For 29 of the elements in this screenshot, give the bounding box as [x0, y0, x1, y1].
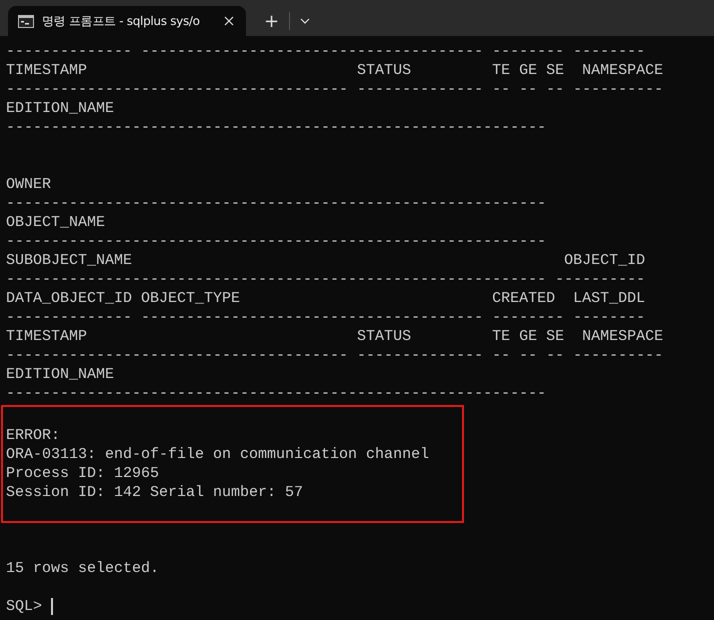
terminal-line: DATA_OBJECT_ID OBJECT_TYPE CREATED LAST_DDL	[6, 290, 646, 307]
terminal-line: Session ID: 142 Serial number: 57	[6, 484, 304, 501]
close-icon[interactable]	[222, 14, 236, 28]
terminal-line: ERROR:	[6, 427, 60, 444]
terminal-line: OBJECT_NAME	[6, 214, 106, 231]
terminal-line: ------------------------------------------------------------	[6, 119, 546, 136]
terminal-line: OWNER	[6, 176, 52, 193]
terminal-line: ORA-03113: end-of-file on communication channel	[6, 446, 430, 463]
terminal-line: -------------------------------------- -------------- -- -- -- ----------	[6, 81, 664, 98]
command-prompt: SQL>	[6, 597, 42, 616]
terminal-line: ------------------------------------------------------------	[6, 385, 546, 402]
tab-title: 명령 프롬프트 - sqlplus sys/o	[42, 12, 201, 30]
terminal-line: Process ID: 12965	[6, 465, 160, 482]
new-tab-button[interactable]: +	[260, 6, 284, 36]
terminal-line: ------------------------------------------------------------	[6, 233, 546, 250]
terminal-line: SUBOBJECT_NAME OBJECT_ID	[6, 252, 646, 269]
terminal-line: TIMESTAMP STATUS TE GE SE NAMESPACE	[6, 328, 664, 345]
terminal-line: TIMESTAMP STATUS TE GE SE NAMESPACE	[6, 62, 664, 79]
text-cursor	[51, 598, 54, 615]
terminal-icon	[18, 14, 34, 28]
terminal-line: 15 rows selected.	[6, 560, 160, 577]
terminal-line: ------------------------------------------------------------	[6, 195, 546, 212]
terminal-line: -------------- -------------------------------------- -------- --------	[6, 43, 646, 60]
terminal-line: EDITION_NAME	[6, 366, 114, 383]
terminal-tab[interactable]: 명령 프롬프트 - sqlplus sys/o	[8, 6, 246, 36]
terminal-line: EDITION_NAME	[6, 100, 114, 117]
terminal-line: -------------------------------------- -------------- -- -- -- ----------	[6, 347, 664, 364]
terminal-line: ------------------------------------------------------------ ----------	[6, 271, 646, 288]
terminal-line: -------------- -------------------------------------- -------- --------	[6, 309, 646, 326]
